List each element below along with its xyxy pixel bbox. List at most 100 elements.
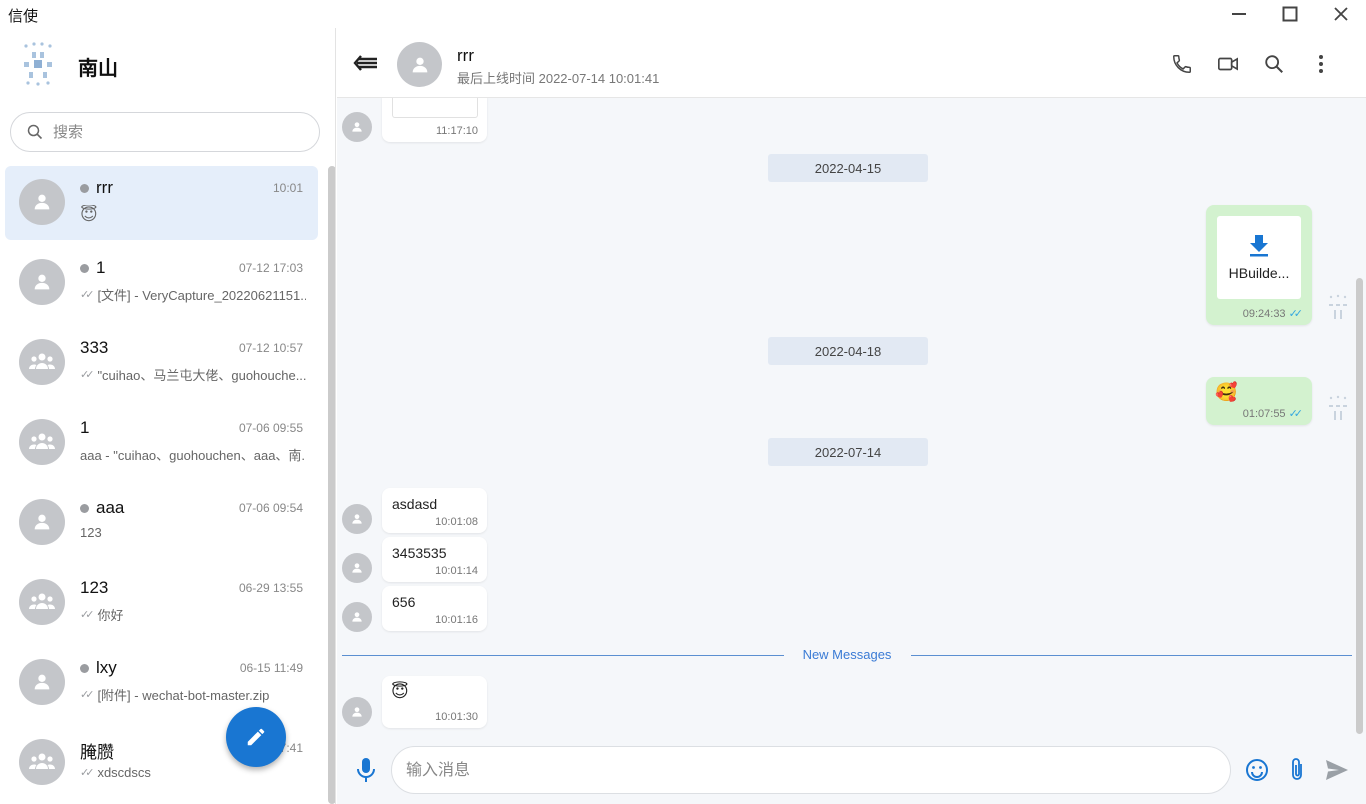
chat-preview: ✓✓ "cuihao、马兰屯大佬、guohouche... <box>80 365 306 384</box>
message-time: 09:24:33 ✓✓ <box>1243 307 1303 321</box>
avatar <box>342 112 372 142</box>
chat-time: 06-15 11:49 <box>239 661 303 675</box>
search-input[interactable] <box>53 120 303 144</box>
preview-text: aaa - "cuihao、guohouchen、aaa、南... <box>80 448 306 463</box>
preview-text: 你好 <box>97 608 124 623</box>
microphone-icon <box>357 758 375 782</box>
new-chat-button[interactable] <box>226 707 286 767</box>
chat-item-123[interactable]: 123 06-29 13:55 ✓✓ 你好 <box>0 562 326 642</box>
chat-name-text: 1 <box>96 258 106 277</box>
phone-icon <box>1173 55 1191 73</box>
chat-name: lxy <box>80 658 117 678</box>
chat-item-aaa[interactable]: aaa 07-06 09:54 123 <box>0 482 326 562</box>
search-box[interactable] <box>10 112 320 152</box>
file-message-bubble[interactable]: HBuilde... 09:24:33 ✓✓ <box>1206 205 1312 325</box>
maximize-button[interactable] <box>1267 0 1313 28</box>
chat-list: rrr 10:01 😇 1 07-12 17:03 ✓✓ [文件] - VeryC… <box>0 162 326 804</box>
chat-preview: ✓✓ 你好 <box>80 605 306 624</box>
sidebar-scrollbar[interactable] <box>328 166 335 804</box>
read-check-icon: ✓✓ <box>1288 408 1304 420</box>
message-bubble[interactable]: 11:17:10 <box>382 98 487 142</box>
chat-name: 腌臜 <box>80 738 114 763</box>
message-text: asdasd <box>392 496 438 512</box>
messages-scrollbar[interactable] <box>1356 278 1363 734</box>
chat-name: 123 <box>80 578 108 598</box>
chat-item-lxy[interactable]: lxy 06-15 11:49 ✓✓ [附件] - wechat-bot-mast… <box>0 642 326 722</box>
back-button[interactable] <box>353 50 379 81</box>
search-icon <box>1265 55 1283 73</box>
message-time: 10:01:08 <box>435 516 478 528</box>
message-input-box[interactable] <box>391 746 1231 794</box>
message-time: 10:01:30 <box>435 711 478 723</box>
avatar <box>19 419 65 465</box>
person-icon <box>34 674 50 690</box>
user-avatar[interactable] <box>12 38 64 90</box>
voice-call-button[interactable] <box>1170 52 1194 76</box>
group-icon <box>29 753 55 769</box>
divider-line-right <box>911 655 1352 656</box>
smiley-icon <box>1246 759 1268 781</box>
attachment-preview <box>392 98 478 118</box>
online-dot <box>80 263 89 273</box>
file-card[interactable]: HBuilde... <box>1217 216 1301 299</box>
chat-preview: 123 <box>80 525 306 540</box>
chat-preview: ✓✓ xdscdscs <box>80 765 306 780</box>
file-name: HBuilde... <box>1228 265 1290 281</box>
close-icon <box>1334 7 1348 21</box>
pencil-icon <box>247 728 265 746</box>
chat-name-text: 333 <box>80 338 109 357</box>
more-vertical-icon <box>1319 55 1323 73</box>
my-avatar <box>1329 395 1347 420</box>
attach-button[interactable] <box>1283 756 1311 784</box>
chat-item-333[interactable]: 333 07-12 10:57 ✓✓ "cuihao、马兰屯大佬、guohouch… <box>0 322 326 402</box>
avatar <box>19 579 65 625</box>
message-input[interactable] <box>406 759 1206 783</box>
message-bubble[interactable]: 3453535 10:01:14 <box>382 537 487 582</box>
chat-name-text: 腌臜 <box>80 743 114 762</box>
chat-name-text: lxy <box>96 658 117 677</box>
time-text: 01:07:55 <box>1242 407 1286 420</box>
sidebar: 南山 rrr 10:01 😇 1 07-12 17:03 ✓✓[文件] - Ve… <box>0 28 336 804</box>
message-time: 01:07:55 ✓✓ <box>1242 407 1304 421</box>
message-bubble[interactable]: 656 10:01:16 <box>382 586 487 631</box>
voice-input-button[interactable] <box>355 756 377 789</box>
chat-name: aaa <box>80 498 124 518</box>
chat-item-1-group[interactable]: 1 07-06 09:55 aaa - "cuihao、guohouchen、a… <box>0 402 326 482</box>
chat-name-text: rrr <box>96 178 113 197</box>
contact-avatar[interactable] <box>397 42 442 87</box>
emoji-button[interactable] <box>1243 756 1271 784</box>
chat-item-rrr[interactable]: rrr 10:01 😇 <box>0 162 326 242</box>
avatar <box>342 697 372 727</box>
minimize-button[interactable] <box>1216 0 1262 28</box>
date-separator: 2022-04-15 <box>768 154 928 182</box>
message-emoji: 🥰 <box>1215 382 1238 402</box>
chat-time: 07-12 10:57 <box>238 341 303 355</box>
close-button[interactable] <box>1318 0 1364 28</box>
composer <box>337 738 1366 804</box>
person-icon <box>352 563 362 573</box>
read-check-icon: ✓✓ <box>80 767 95 779</box>
person-icon <box>352 612 362 622</box>
message-time: 10:01:16 <box>435 614 478 626</box>
send-button[interactable] <box>1323 756 1351 784</box>
message-bubble[interactable]: 😇 10:01:30 <box>382 676 487 728</box>
message-list: 11:17:10 2022-04-15 HBuilde... 09:24:33 ✓… <box>337 98 1366 738</box>
preview-text: "cuihao、马兰屯大佬、guohouche... <box>97 368 306 383</box>
message-time: 10:01:14 <box>435 565 478 577</box>
message-bubble[interactable]: 🥰 01:07:55 ✓✓ <box>1206 377 1312 425</box>
avatar <box>19 339 65 385</box>
title-bar: 信使 <box>0 0 1366 28</box>
avatar <box>19 179 65 225</box>
paperclip-icon <box>1292 758 1302 780</box>
message-time: 11:17:10 <box>435 125 478 137</box>
read-check-icon: ✓✓ <box>80 289 95 301</box>
search-messages-button[interactable] <box>1262 52 1286 76</box>
app-title: 信使 <box>8 8 39 25</box>
chat-item-1[interactable]: 1 07-12 17:03 ✓✓ [文件] - VeryCapture_20220… <box>0 242 326 322</box>
avatar <box>19 659 65 705</box>
chat-name-text: 123 <box>80 578 109 597</box>
video-call-button[interactable] <box>1216 52 1240 76</box>
user-name: 南山 <box>78 58 118 80</box>
message-bubble[interactable]: asdasd 10:01:08 <box>382 488 487 533</box>
more-options-button[interactable] <box>1309 52 1333 76</box>
